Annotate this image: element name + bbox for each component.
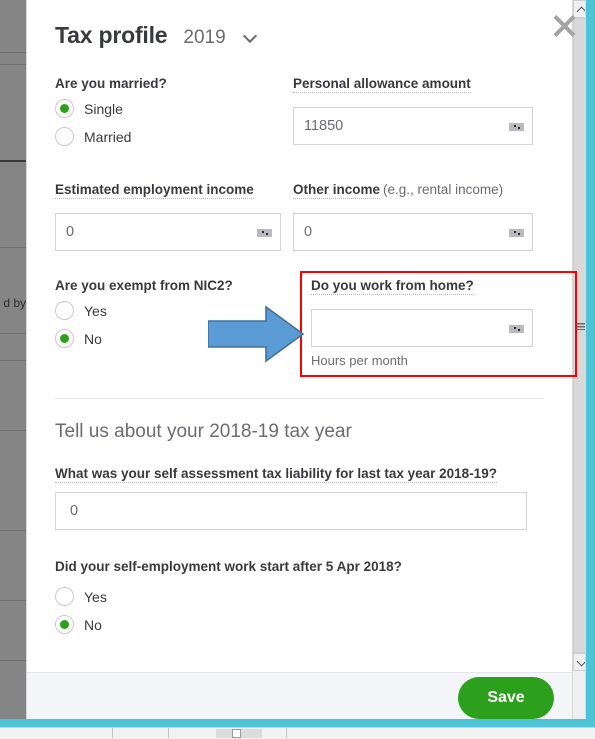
other-income-label-hint: (e.g., rental income) bbox=[383, 182, 504, 197]
scrollbar-down-button[interactable] bbox=[573, 653, 585, 671]
stepper-icon[interactable] bbox=[257, 229, 272, 237]
taskbar bbox=[0, 727, 595, 739]
radio-indicator bbox=[55, 127, 74, 146]
employment-income-field-group: Estimated employment income 0 bbox=[55, 181, 293, 251]
background-row-divider bbox=[0, 430, 26, 431]
chevron-down-icon bbox=[576, 656, 585, 667]
liability-field-group: What was your self assessment tax liabil… bbox=[55, 465, 544, 530]
background-row-divider bbox=[0, 247, 26, 248]
scrollbar-grip-icon bbox=[577, 323, 585, 330]
radio-indicator bbox=[55, 587, 74, 606]
radio-start-after-no[interactable]: No bbox=[55, 615, 544, 634]
page-title: Tax profile bbox=[55, 22, 168, 48]
work-from-home-field-group: Do you work from home? Hours per month bbox=[293, 277, 533, 368]
work-from-home-label: Do you work from home? bbox=[311, 278, 474, 295]
radio-label: No bbox=[84, 616, 102, 633]
input-value: 0 bbox=[66, 224, 75, 240]
radio-label: Yes bbox=[84, 588, 107, 605]
stepper-icon[interactable] bbox=[509, 229, 524, 237]
browser-accent-bar-right bbox=[586, 0, 595, 722]
taskbar-divider bbox=[286, 728, 287, 738]
modal-scrollbar[interactable] bbox=[572, 0, 585, 721]
liability-label: What was your self assessment tax liabil… bbox=[55, 466, 497, 483]
radio-label: No bbox=[84, 330, 102, 347]
taskbar-divider bbox=[168, 728, 169, 738]
personal-allowance-input[interactable]: 11850 bbox=[293, 107, 533, 145]
background-row-divider bbox=[0, 600, 26, 601]
year-value: 2019 bbox=[183, 27, 226, 48]
scrollbar-thumb[interactable] bbox=[573, 18, 585, 653]
other-income-label-wrap: Other income (e.g., rental income) bbox=[293, 181, 533, 207]
liability-input[interactable]: 0 bbox=[55, 492, 527, 530]
other-income-input[interactable]: 0 bbox=[293, 213, 533, 251]
background-row-divider bbox=[0, 660, 26, 661]
background-row-divider bbox=[0, 64, 26, 65]
nic2-label-text: Are you exempt from NIC2? bbox=[55, 278, 233, 293]
married-label: Are you married? bbox=[55, 76, 167, 91]
start-after-label: Did your self-employment work start afte… bbox=[55, 559, 402, 574]
chevron-down-icon bbox=[244, 30, 257, 43]
section-divider bbox=[55, 398, 544, 399]
radio-married-married[interactable]: Married bbox=[55, 127, 293, 146]
tax-year-section-heading: Tell us about your 2018-19 tax year bbox=[55, 421, 352, 442]
radio-indicator bbox=[55, 301, 74, 320]
blue-arrow-annotation bbox=[208, 305, 304, 363]
stepper-icon[interactable] bbox=[509, 123, 524, 131]
browser-accent-bar-bottom bbox=[0, 719, 595, 727]
tax-profile-modal: Tax profile 2019 Are you married? Single… bbox=[26, 0, 586, 722]
background-row-divider bbox=[0, 360, 26, 361]
other-income-field-group: Other income (e.g., rental income) 0 bbox=[293, 181, 533, 251]
nic2-label: Are you exempt from NIC2? bbox=[55, 278, 233, 293]
radio-married-single[interactable]: Single bbox=[55, 99, 293, 118]
taskbar-item-icon bbox=[232, 729, 241, 738]
radio-indicator bbox=[55, 99, 74, 118]
stepper-icon[interactable] bbox=[509, 325, 524, 333]
close-icon[interactable] bbox=[547, 8, 581, 42]
background-text-fragment: d by bbox=[3, 296, 26, 310]
radio-indicator bbox=[55, 329, 74, 348]
personal-allowance-field-group: Personal allowance amount 11850 bbox=[293, 75, 533, 155]
employment-income-label: Estimated employment income bbox=[55, 182, 254, 199]
radio-label: Yes bbox=[84, 302, 107, 319]
work-from-home-helper: Hours per month bbox=[311, 353, 408, 368]
radio-label: Married bbox=[84, 128, 132, 145]
start-after-field-group: Did your self-employment work start afte… bbox=[55, 558, 544, 634]
modal-footer: Save bbox=[27, 672, 572, 721]
save-button[interactable]: Save bbox=[458, 676, 554, 719]
radio-start-after-yes[interactable]: Yes bbox=[55, 587, 544, 606]
input-value: 0 bbox=[304, 224, 313, 240]
work-from-home-input[interactable] bbox=[311, 309, 533, 347]
year-dropdown[interactable]: 2019 bbox=[183, 27, 256, 49]
modal-header: Tax profile 2019 bbox=[55, 22, 544, 49]
background-row-divider bbox=[0, 530, 26, 531]
personal-allowance-label: Personal allowance amount bbox=[293, 76, 471, 93]
employment-income-input[interactable]: 0 bbox=[55, 213, 281, 251]
input-value: 0 bbox=[70, 503, 79, 519]
background-row-divider bbox=[0, 160, 26, 162]
taskbar-divider bbox=[112, 728, 113, 738]
row-income: Estimated employment income 0 Other inco… bbox=[55, 181, 544, 251]
radio-indicator bbox=[55, 615, 74, 634]
other-income-label: Other income bbox=[293, 182, 381, 199]
background-row-divider bbox=[0, 333, 26, 334]
radio-label: Single bbox=[84, 100, 123, 117]
row-married-allowance: Are you married? Single Married Personal… bbox=[55, 75, 544, 155]
input-value: 11850 bbox=[304, 118, 344, 134]
background-row-divider bbox=[0, 52, 26, 53]
married-field-group: Are you married? Single Married bbox=[55, 75, 293, 155]
